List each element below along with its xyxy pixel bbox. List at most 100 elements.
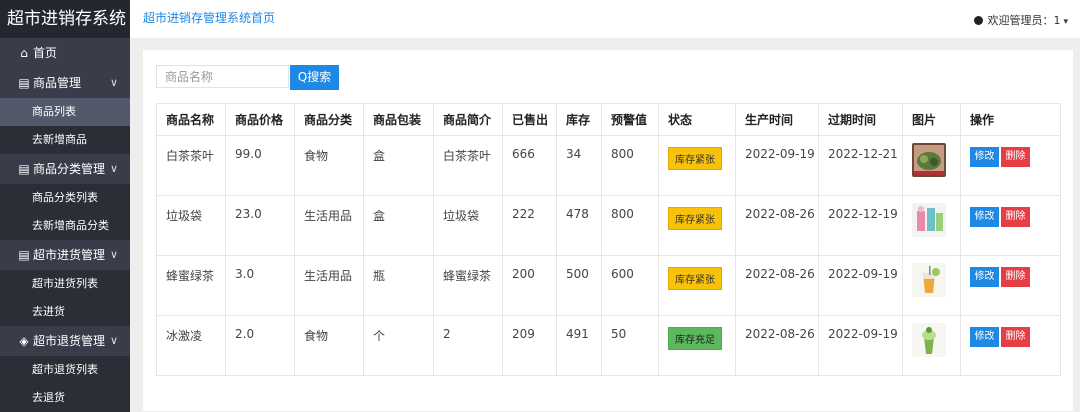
table-row: 垃圾袋 23.0 生活用品 盒 垃圾袋 222 478 800 库存紧张 202… bbox=[156, 195, 1061, 256]
sidebar: 超市进销存系统 ⌂ 首页 ▤ 商品管理 ∨ 商品列表 去新增商品 ▤ 商品分类管理 ∨… bbox=[0, 0, 130, 412]
cell-name: 蜂蜜绿茶 bbox=[156, 255, 226, 316]
sidebar-item-label: 商品管理 bbox=[33, 76, 82, 90]
cell-actions: 修改 删除 bbox=[960, 255, 1061, 316]
cell-warn: 50 bbox=[601, 315, 659, 376]
cell-sold: 222 bbox=[502, 195, 557, 256]
cell-expires: 2022-09-19 bbox=[818, 315, 903, 376]
user-menu[interactable]: 欢迎管理员：1 ▾ bbox=[974, 12, 1068, 28]
col-header: 商品包装 bbox=[363, 103, 434, 136]
cell-actions: 修改 删除 bbox=[960, 195, 1061, 256]
sidebar-item-add-goods[interactable]: 去新增商品 bbox=[0, 126, 130, 154]
sidebar-item-label: 超市退货管理 bbox=[33, 334, 106, 348]
goods-table: 商品名称 商品价格 商品分类 商品包装 商品简介 已售出 库存 预警值 状态 生… bbox=[156, 103, 1061, 376]
user-label: 欢迎管理员：1 bbox=[987, 14, 1061, 27]
cell-image bbox=[902, 195, 961, 256]
col-header: 商品分类 bbox=[294, 103, 364, 136]
status-badge: 库存紧张 bbox=[668, 267, 722, 290]
cell-produced: 2022-08-26 bbox=[735, 315, 819, 376]
col-header: 操作 bbox=[960, 103, 1061, 136]
search-input[interactable] bbox=[156, 65, 289, 88]
cell-desc: 白茶茶叶 bbox=[433, 135, 503, 196]
cell-stock: 500 bbox=[556, 255, 602, 316]
cell-price: 2.0 bbox=[225, 315, 295, 376]
edit-button[interactable]: 修改 bbox=[970, 267, 999, 287]
user-icon bbox=[974, 16, 984, 25]
tea-image bbox=[912, 143, 946, 177]
status-badge: 库存紧张 bbox=[668, 207, 722, 230]
col-header: 商品名称 bbox=[156, 103, 226, 136]
col-header: 预警值 bbox=[601, 103, 659, 136]
top-header: 超市进销存管理系统首页 欢迎管理员：1 ▾ bbox=[130, 0, 1080, 38]
sidebar-item-home[interactable]: ⌂ 首页 bbox=[0, 38, 130, 68]
sidebar-item-add-category[interactable]: 去新增商品分类 bbox=[0, 212, 130, 240]
col-header: 生产时间 bbox=[735, 103, 819, 136]
cell-pack: 瓶 bbox=[363, 255, 434, 316]
delete-button[interactable]: 删除 bbox=[1001, 327, 1030, 347]
table-header-row: 商品名称 商品价格 商品分类 商品包装 商品简介 已售出 库存 预警值 状态 生… bbox=[156, 103, 1061, 136]
edit-button[interactable]: 修改 bbox=[970, 147, 999, 167]
home-icon: ⌂ bbox=[20, 46, 28, 60]
sidebar-group-goods[interactable]: ▤ 商品管理 ∨ bbox=[0, 68, 130, 98]
cell-expires: 2022-12-19 bbox=[818, 195, 903, 256]
cell-status: 库存充足 bbox=[658, 315, 736, 376]
delete-button[interactable]: 删除 bbox=[1001, 267, 1030, 287]
cell-category: 生活用品 bbox=[294, 195, 364, 256]
chevron-down-icon: ∨ bbox=[109, 334, 118, 347]
col-header: 状态 bbox=[658, 103, 736, 136]
bag-image bbox=[912, 203, 946, 237]
cell-name: 冰激凌 bbox=[156, 315, 226, 376]
cell-price: 99.0 bbox=[225, 135, 295, 196]
sidebar-item-goods-list[interactable]: 商品列表 bbox=[0, 98, 130, 126]
cell-produced: 2022-09-19 bbox=[735, 135, 819, 196]
cell-category: 食物 bbox=[294, 135, 364, 196]
cell-status: 库存紧张 bbox=[658, 135, 736, 196]
cell-category: 食物 bbox=[294, 315, 364, 376]
cell-image bbox=[902, 315, 961, 376]
sidebar-item-add-purchase[interactable]: 去进货 bbox=[0, 298, 130, 326]
sidebar-item-add-return[interactable]: 去退货 bbox=[0, 384, 130, 412]
breadcrumb[interactable]: 超市进销存管理系统首页 bbox=[143, 9, 275, 26]
cell-actions: 修改 删除 bbox=[960, 315, 1061, 376]
sidebar-item-category-list[interactable]: 商品分类列表 bbox=[0, 184, 130, 212]
doc-icon: ▤ bbox=[18, 248, 30, 262]
cell-pack: 盒 bbox=[363, 195, 434, 256]
status-badge: 库存充足 bbox=[668, 327, 722, 350]
sidebar-item-purchase-list[interactable]: 超市进货列表 bbox=[0, 270, 130, 298]
edit-button[interactable]: 修改 bbox=[970, 327, 999, 347]
status-badge: 库存紧张 bbox=[668, 147, 722, 170]
cell-price: 3.0 bbox=[225, 255, 295, 316]
cell-warn: 800 bbox=[601, 195, 659, 256]
cell-pack: 个 bbox=[363, 315, 434, 376]
cell-sold: 209 bbox=[502, 315, 557, 376]
sidebar-group-purchase[interactable]: ▤ 超市进货管理 ∨ bbox=[0, 240, 130, 270]
cell-desc: 2 bbox=[433, 315, 503, 376]
sidebar-group-category[interactable]: ▤ 商品分类管理 ∨ bbox=[0, 154, 130, 184]
edit-button[interactable]: 修改 bbox=[970, 207, 999, 227]
cell-sold: 200 bbox=[502, 255, 557, 316]
table-row: 蜂蜜绿茶 3.0 生活用品 瓶 蜂蜜绿茶 200 500 600 库存紧张 20… bbox=[156, 255, 1061, 316]
col-header: 商品价格 bbox=[225, 103, 295, 136]
sidebar-group-return[interactable]: ◈ 超市退货管理 ∨ bbox=[0, 326, 130, 356]
search-button[interactable]: Q搜索 bbox=[290, 65, 339, 90]
col-header: 过期时间 bbox=[818, 103, 903, 136]
app-logo: 超市进销存系统 bbox=[0, 0, 130, 38]
cell-status: 库存紧张 bbox=[658, 255, 736, 316]
chevron-down-icon: ∨ bbox=[109, 76, 118, 89]
sidebar-item-label: 商品分类管理 bbox=[33, 162, 106, 176]
cell-desc: 蜂蜜绿茶 bbox=[433, 255, 503, 316]
chevron-down-icon: ∨ bbox=[109, 162, 118, 175]
delete-button[interactable]: 删除 bbox=[1001, 207, 1030, 227]
sidebar-item-return-list[interactable]: 超市退货列表 bbox=[0, 356, 130, 384]
cell-name: 白茶茶叶 bbox=[156, 135, 226, 196]
cell-produced: 2022-08-26 bbox=[735, 255, 819, 316]
cell-sold: 666 bbox=[502, 135, 557, 196]
cell-desc: 垃圾袋 bbox=[433, 195, 503, 256]
cell-warn: 800 bbox=[601, 135, 659, 196]
table-row: 白茶茶叶 99.0 食物 盒 白茶茶叶 666 34 800 库存紧张 2022… bbox=[156, 135, 1061, 196]
cell-actions: 修改 删除 bbox=[960, 135, 1061, 196]
cell-stock: 34 bbox=[556, 135, 602, 196]
cell-warn: 600 bbox=[601, 255, 659, 316]
delete-button[interactable]: 删除 bbox=[1001, 147, 1030, 167]
cell-pack: 盒 bbox=[363, 135, 434, 196]
doc-icon: ▤ bbox=[18, 76, 30, 90]
